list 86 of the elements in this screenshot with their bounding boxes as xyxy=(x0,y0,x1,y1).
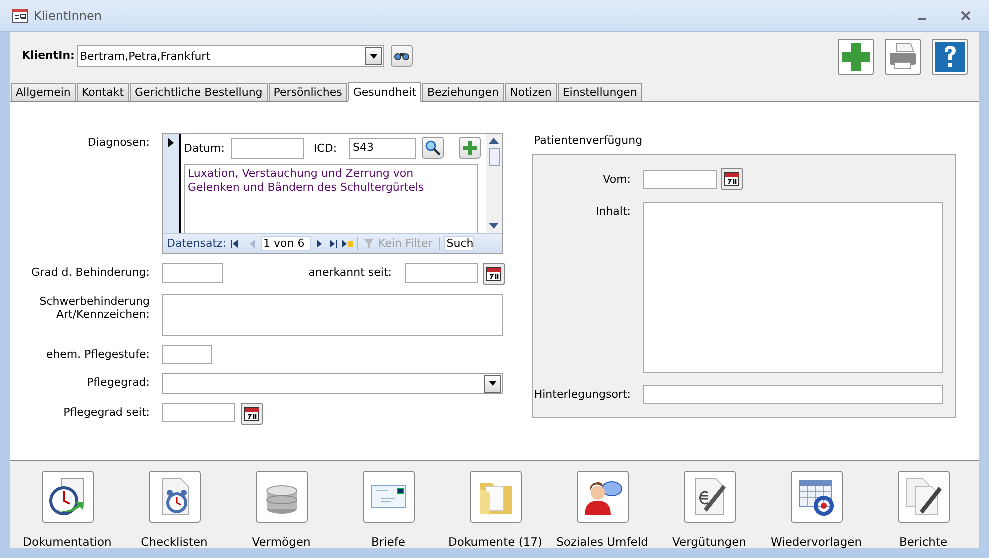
field-label: Pflegegrad: xyxy=(86,376,150,389)
input-field[interactable] xyxy=(162,263,223,283)
input-field[interactable] xyxy=(643,202,943,373)
record-pointer-icon xyxy=(168,138,174,148)
field-label: ehem. Pflegestufe: xyxy=(45,348,150,361)
shortcut-button[interactable] xyxy=(148,471,200,523)
search-field[interactable]: Such xyxy=(444,236,474,251)
binoculars-icon xyxy=(394,51,410,61)
new-record-icon[interactable] xyxy=(342,240,353,248)
tab[interactable]: Allgemein xyxy=(11,83,76,101)
help-button[interactable] xyxy=(932,39,968,75)
shortcut-label: Dokumente (17) xyxy=(448,535,542,549)
shortcut-label: Vergütungen xyxy=(672,535,746,549)
tab[interactable]: Persönliches xyxy=(268,83,348,101)
help-icon xyxy=(934,41,966,73)
calendar-button[interactable] xyxy=(241,403,263,425)
tab[interactable]: Gerichtliche Bestellung xyxy=(130,83,268,101)
date-field[interactable] xyxy=(162,403,235,422)
search-client-button[interactable] xyxy=(391,45,413,67)
dropdown-arrow-icon xyxy=(370,54,378,58)
last-record-icon[interactable] xyxy=(330,240,338,248)
calendar-button[interactable] xyxy=(483,263,505,285)
scroll-thumb[interactable] xyxy=(488,148,500,166)
date-field[interactable] xyxy=(405,263,478,283)
tab[interactable]: Notizen xyxy=(505,83,557,101)
field-label: Datum: xyxy=(184,142,225,154)
shortcut-label: Dokumentation xyxy=(23,535,112,549)
icd-field[interactable]: S43 xyxy=(349,138,416,158)
date-field[interactable] xyxy=(643,170,717,189)
field-label: Inhalt: xyxy=(594,205,631,218)
filter-icon xyxy=(364,238,376,248)
shortcut-label: Berichte xyxy=(899,535,948,549)
client-dropdown[interactable]: Bertram,Petra,Frankfurt xyxy=(77,45,384,67)
date-field[interactable] xyxy=(230,138,304,158)
field-label: Pflegegrad seit: xyxy=(62,406,150,419)
shortcut-label: Briefe xyxy=(371,535,406,549)
search-icon xyxy=(425,140,442,156)
add-button[interactable] xyxy=(459,137,482,159)
tab[interactable]: Einstellungen xyxy=(558,83,642,101)
add-icon xyxy=(463,141,478,155)
clock-icon xyxy=(48,477,88,517)
client-label: KlientIn: xyxy=(22,49,76,62)
scroll-down-icon[interactable] xyxy=(489,223,499,229)
next-record-icon[interactable] xyxy=(314,240,323,248)
shortcut-button[interactable] xyxy=(42,471,94,523)
field-label: Vom: xyxy=(602,173,631,186)
shortcut-button[interactable] xyxy=(576,471,628,523)
first-record-icon[interactable] xyxy=(230,240,239,248)
scroll-up-icon[interactable] xyxy=(489,138,499,144)
calendar-button[interactable] xyxy=(721,168,743,190)
navigator-label: Datensatz: xyxy=(167,237,227,250)
calendar-icon xyxy=(724,171,740,187)
close-icon[interactable] xyxy=(961,10,971,20)
record-position-field[interactable]: 1 von 6 xyxy=(260,236,311,251)
input-field[interactable] xyxy=(162,345,212,364)
print-button[interactable] xyxy=(885,39,921,75)
add-icon xyxy=(840,41,872,73)
input-field[interactable] xyxy=(643,385,943,404)
shortcut-label: Soziales Umfeld xyxy=(556,535,648,549)
field-label: anerkannt seit: xyxy=(308,266,392,279)
field-label: ICD: xyxy=(314,142,338,154)
shortcut-label: Vermögen xyxy=(252,535,311,549)
section-title: Patientenverfügung xyxy=(534,134,644,147)
dropdown-arrow-icon xyxy=(488,381,496,386)
field-label: Hinterlegungsort: xyxy=(533,388,631,401)
field-label: Grad d. Behinderung: xyxy=(30,266,150,279)
search-button[interactable] xyxy=(422,137,444,159)
calendar-icon xyxy=(486,266,502,282)
care-grade-dropdown[interactable] xyxy=(162,373,503,394)
diagnosis-text-field[interactable]: Luxation, Verstauchung und Zerrung von Gelenken und Bändern des Schultergürtels xyxy=(184,164,478,234)
pen-documents-icon xyxy=(904,477,944,517)
shortcut-button[interactable] xyxy=(684,471,736,523)
shortcut-button[interactable] xyxy=(898,471,950,523)
tab[interactable]: Gesundheit xyxy=(348,82,422,102)
shortcut-label: Wiedervorlagen xyxy=(771,535,862,549)
window-title: KlientInnen xyxy=(34,8,103,22)
tab[interactable]: Kontakt xyxy=(76,83,130,101)
tab[interactable]: Beziehungen xyxy=(422,83,504,101)
field-label: Schwerbehinderung Art/Kennzeichen: xyxy=(38,295,150,321)
input-field[interactable] xyxy=(162,294,503,336)
form-icon xyxy=(12,8,28,22)
shortcut-label: Checklisten xyxy=(141,535,208,549)
calendar-icon xyxy=(244,406,260,422)
shortcut-button[interactable] xyxy=(790,471,842,523)
field-label: Diagnosen: xyxy=(86,136,150,149)
add-button[interactable] xyxy=(838,39,874,75)
